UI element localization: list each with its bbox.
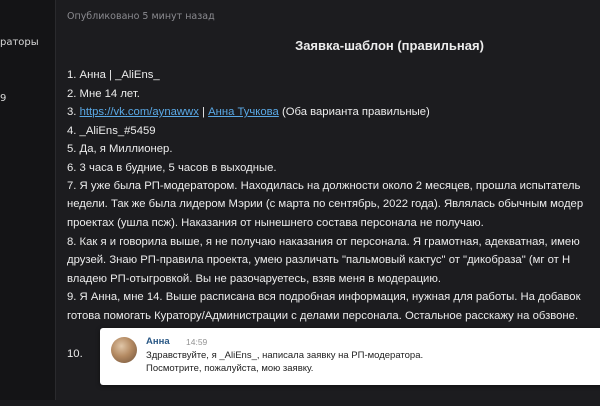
post-line-2: 2. Мне 14 лет. <box>67 88 140 100</box>
sidebar-item-moderators[interactable]: раторы <box>0 37 39 48</box>
sidebar: раторы 9 <box>0 0 56 400</box>
post-line-7b: недели. Так же была лидером Мэрии (с мар… <box>67 198 584 210</box>
post-line-3: 3. https://vk.com/aynawwx | Анна Тучкова… <box>67 106 430 118</box>
post-line-8b: друзей. Знаю РП-правила проекта, умею ра… <box>67 254 571 266</box>
post-line-9a: 9. Я Анна, мне 14. Выше расписана вся по… <box>67 291 581 303</box>
post-title: Заявка-шаблон (правильная) <box>295 38 484 53</box>
sidebar-item-count[interactable]: 9 <box>0 93 6 104</box>
vk-name-link[interactable]: Анна Тучкова <box>208 106 279 118</box>
sidebar-divider <box>55 0 56 400</box>
message-time: 14:59 <box>186 337 208 347</box>
post-line-8c: владею РП-отыгровкой. Вы не разочаруетес… <box>67 273 441 285</box>
post-line-9b: готова помогать Куратору/Администрации с… <box>67 310 579 322</box>
message-line-2: Посмотрите, пожалуйста, мою заявку. <box>146 363 314 374</box>
post-line-4: 4. _AliEns_#5459 <box>67 125 156 137</box>
message-line-1: Здравствуйте, я _AliEns_, написала заявк… <box>146 350 424 361</box>
vk-profile-link[interactable]: https://vk.com/aynawwx <box>80 106 199 118</box>
sender-name[interactable]: Анна <box>146 336 170 347</box>
post-line-5: 5. Да, я Миллионер. <box>67 143 173 155</box>
post-line-1: 1. Анна | _AliEns_ <box>67 69 160 81</box>
post-line-8a: 8. Как я и говорила выше, я не получаю н… <box>67 236 580 248</box>
post-timestamp: Опубликовано 5 минут назад <box>67 11 215 22</box>
post-line-6: 6. 3 часа в будние, 5 часов в выходные. <box>67 162 277 174</box>
avatar <box>111 337 137 363</box>
post-line-7a: 7. Я уже была РП-модератором. Находилась… <box>67 180 581 192</box>
post-line-7c: проектах (ушла псж). Наказания от нынешн… <box>67 217 484 229</box>
post-line-10: 10. <box>67 348 83 360</box>
message-notification[interactable]: Анна 14:59 Здравствуйте, я _AliEns_, нап… <box>100 328 600 385</box>
